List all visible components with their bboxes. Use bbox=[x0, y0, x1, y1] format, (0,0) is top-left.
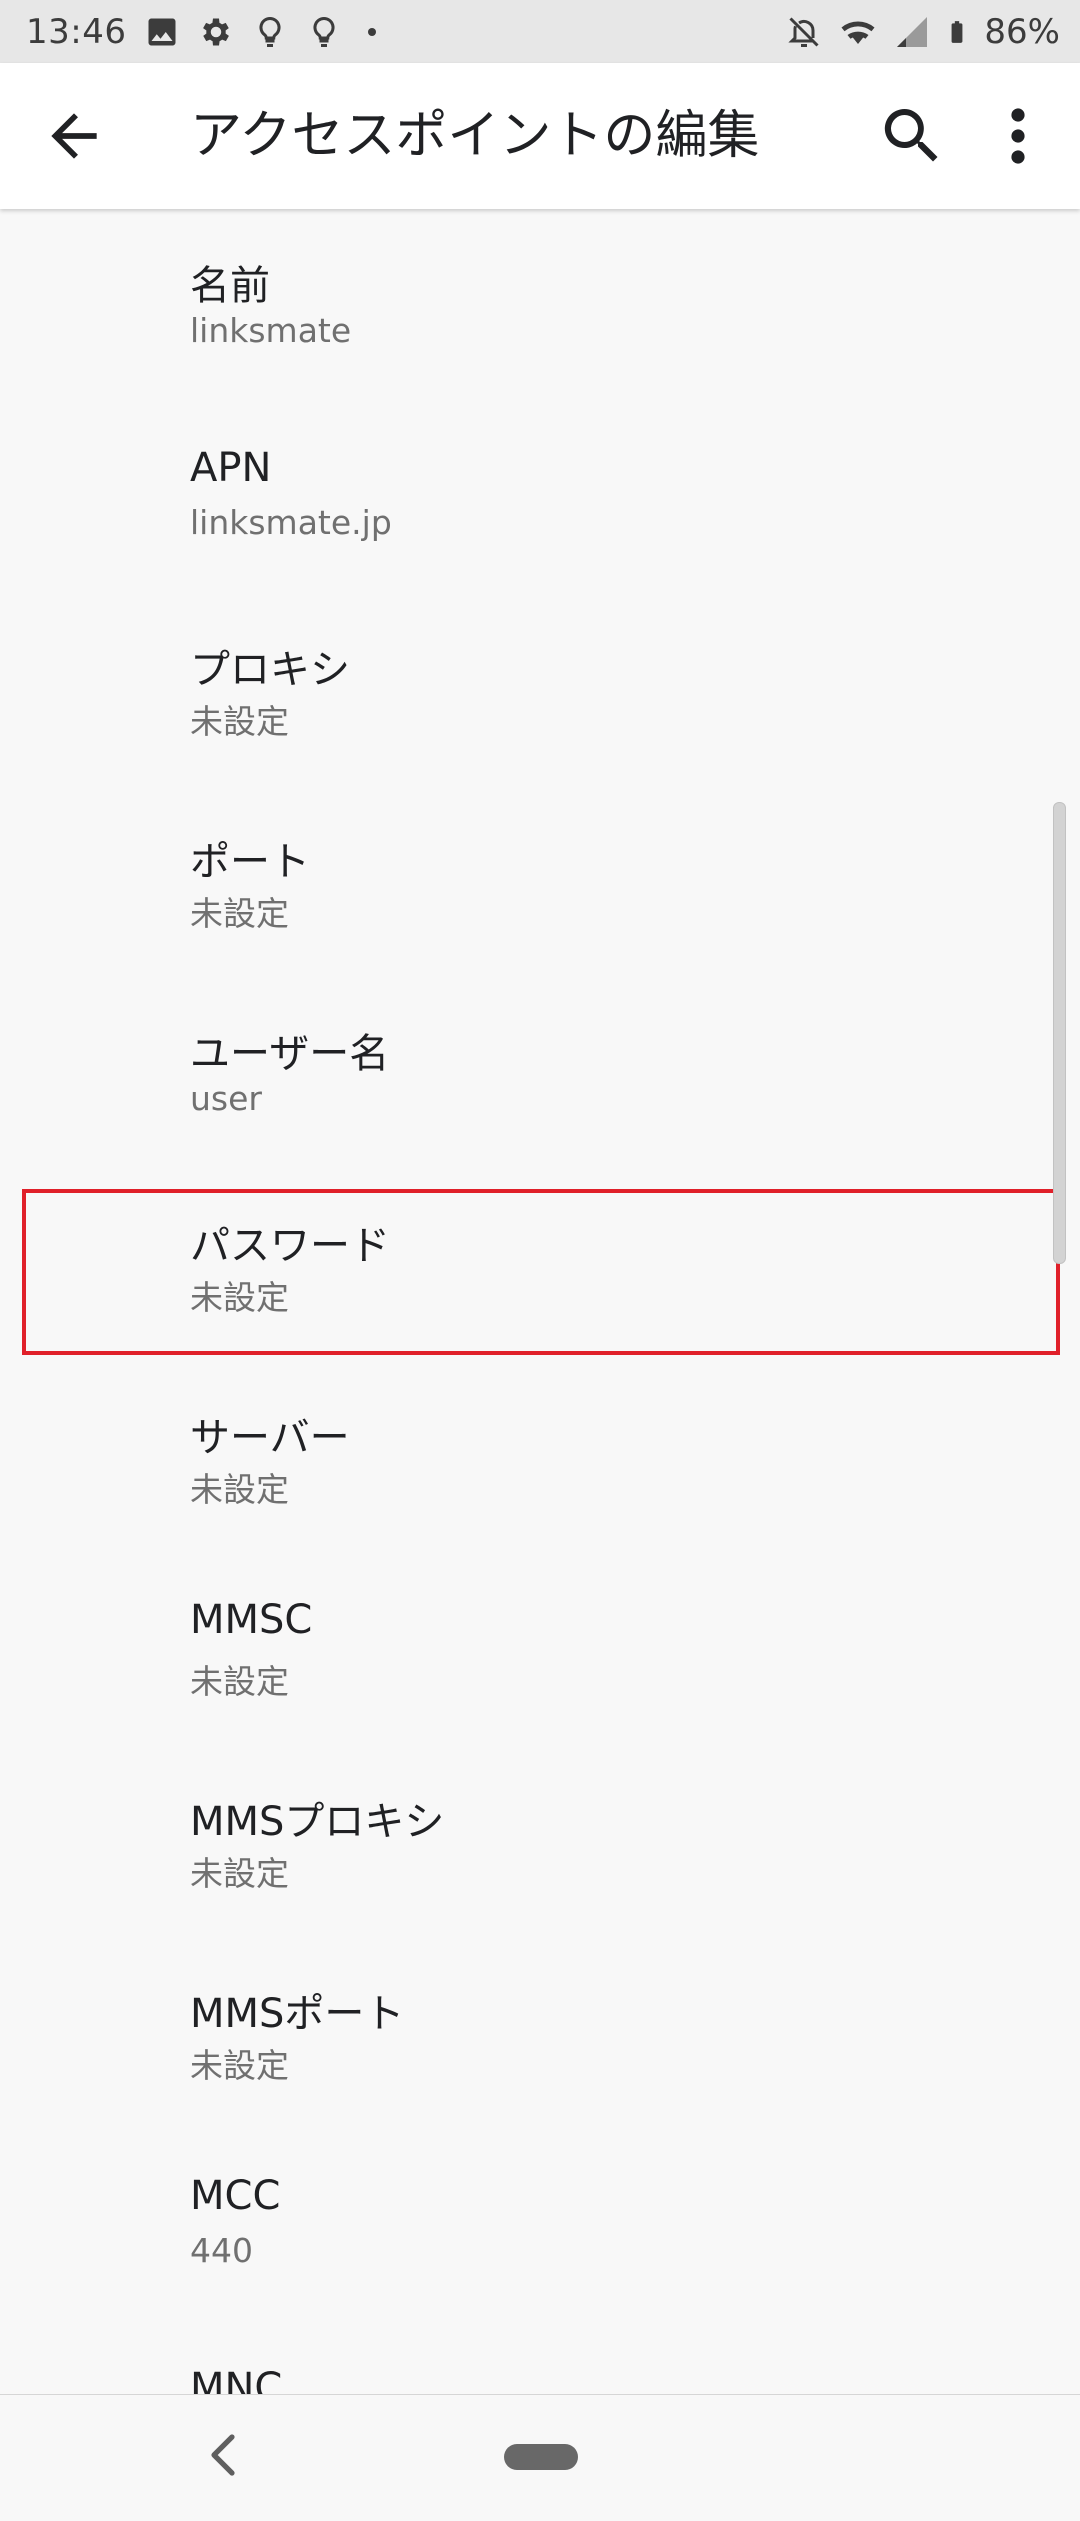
more-vert-icon[interactable] bbox=[988, 100, 1048, 172]
battery-icon bbox=[952, 20, 963, 43]
list-item-proxy[interactable]: プロキシ 未設定 bbox=[0, 593, 1080, 785]
item-value: 未設定 bbox=[190, 702, 289, 741]
item-value: 未設定 bbox=[190, 1854, 289, 1893]
status-time: 13:46 bbox=[26, 11, 127, 52]
status-right: 86% bbox=[786, 0, 1060, 63]
gear-icon bbox=[203, 18, 230, 45]
list-item-mmsc[interactable]: MMSC 未設定 bbox=[0, 1553, 1080, 1745]
item-value: 未設定 bbox=[190, 894, 289, 933]
item-title: MMSポート bbox=[190, 1991, 405, 2037]
list-item-apn[interactable]: APN linksmate.jp bbox=[0, 401, 1080, 593]
item-title: MNC bbox=[190, 2365, 283, 2394]
list-item-port[interactable]: ポート 未設定 bbox=[0, 785, 1080, 977]
item-value: 未設定 bbox=[190, 2046, 289, 2085]
bell-off-icon bbox=[788, 16, 819, 47]
home-pill-icon[interactable] bbox=[504, 2444, 578, 2470]
item-value: 未設定 bbox=[190, 1470, 289, 1509]
status-bar: 13:46 86% bbox=[0, 0, 1080, 63]
item-title: 名前 bbox=[190, 263, 270, 309]
dot-icon bbox=[368, 27, 377, 36]
lightbulb-icon bbox=[259, 16, 282, 47]
item-value: user bbox=[190, 1079, 262, 1118]
battery-percent: 86% bbox=[984, 11, 1060, 52]
list-item-mms-port[interactable]: MMSポート 未設定 bbox=[0, 1937, 1080, 2129]
signal-icon bbox=[897, 16, 928, 47]
list-item-server[interactable]: サーバー 未設定 bbox=[0, 1361, 1080, 1553]
scrollbar[interactable] bbox=[1053, 802, 1066, 1264]
list-item-mms-proxy[interactable]: MMSプロキシ 未設定 bbox=[0, 1745, 1080, 1937]
list-item-mcc[interactable]: MCC 440 bbox=[0, 2129, 1080, 2321]
item-title: パスワード bbox=[190, 1223, 390, 1269]
page-title: アクセスポイントの編集 bbox=[190, 106, 760, 166]
item-value: 未設定 bbox=[190, 1278, 289, 1317]
item-title: サーバー bbox=[190, 1415, 350, 1461]
list-item-mnc[interactable]: MNC 10 bbox=[0, 2321, 1080, 2394]
item-title: APN bbox=[190, 445, 272, 491]
image-icon bbox=[148, 18, 176, 45]
item-title: プロキシ bbox=[190, 647, 350, 693]
status-left: 13:46 bbox=[26, 0, 384, 63]
search-icon[interactable] bbox=[876, 100, 948, 172]
item-value: linksmate bbox=[190, 311, 352, 350]
item-title: MMSプロキシ bbox=[190, 1799, 445, 1845]
wifi-icon bbox=[841, 20, 875, 44]
item-value: 未設定 bbox=[190, 1662, 289, 1701]
item-title: MCC bbox=[190, 2173, 281, 2219]
lightbulb-icon bbox=[313, 16, 336, 47]
list-item-username[interactable]: ユーザー名 user bbox=[0, 977, 1080, 1169]
item-title: ユーザー名 bbox=[190, 1031, 390, 1077]
list-item-password[interactable]: パスワード 未設定 bbox=[0, 1169, 1080, 1361]
list-item-name[interactable]: 名前 linksmate bbox=[0, 209, 1080, 401]
navigation-bar bbox=[0, 2394, 1080, 2521]
item-title: ポート bbox=[190, 839, 310, 885]
nav-back-icon[interactable] bbox=[202, 2431, 242, 2479]
app-bar: アクセスポイントの編集 bbox=[0, 63, 1080, 209]
item-value: 440 bbox=[190, 2231, 253, 2270]
apn-settings-list: 名前 linksmate APN linksmate.jp プロキシ 未設定 ポ… bbox=[0, 209, 1080, 2394]
back-arrow-icon[interactable] bbox=[40, 102, 108, 170]
item-value: linksmate.jp bbox=[190, 503, 392, 542]
item-title: MMSC bbox=[190, 1597, 313, 1643]
